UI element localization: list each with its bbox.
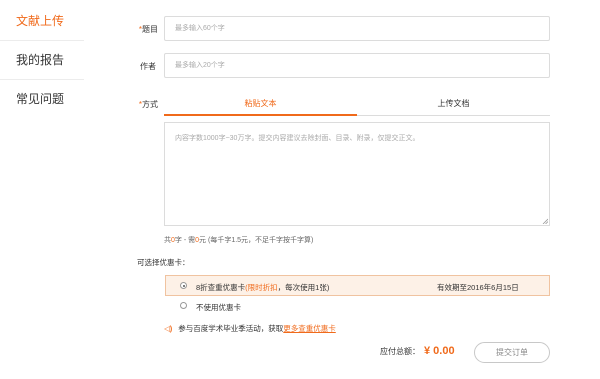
coupon-none-text[interactable]: 不使用优惠卡 [196,302,241,313]
content-placeholder: 内容字数1000字~30万字。提交内容建议去除封面、目录、附录，仅提交正文。 [175,135,420,142]
coupon-radio-none[interactable] [180,302,187,309]
count-prefix: 共 [164,237,171,244]
title-label-text: 题目 [142,25,158,34]
tab-upload-document[interactable]: 上传文档 [357,96,550,116]
submit-order-button[interactable]: 提交订单 [474,342,550,363]
author-label: 作者 [140,62,156,71]
coupon-rest: ，每次使用1张) [277,283,330,292]
coupon-highlight: (限时折扣 [245,283,278,292]
more-coupons-link[interactable]: 更多查重优惠卡 [283,324,336,333]
author-placeholder: 最多输入20个字 [175,62,225,69]
total-label: 应付总额： [380,347,420,356]
tab-paste-text[interactable]: 粘贴文本 [164,96,357,116]
promo-line: ◁) 参与百度学术毕业季活动，获取更多查重优惠卡 [164,323,336,334]
sidebar-item-faq[interactable]: 常见问题 [0,80,84,118]
content-textarea[interactable]: 内容字数1000字~30万字。提交内容建议去除封面、目录、附录，仅提交正文。 [164,122,550,226]
coupon-section-title: 可选择优惠卡： [137,258,190,267]
resize-handle-icon[interactable] [542,218,548,224]
author-input[interactable]: 最多输入20个字 [164,53,550,78]
word-count: 共0字 - 需0元 (每千字1.5元，不足千字按千字算) [164,235,313,245]
total-value: ¥ 0.00 [424,345,455,357]
title-input[interactable]: 最多输入60个字 [164,16,550,41]
title-label: *题目 [128,24,158,35]
coupon-radio-discount[interactable] [180,282,187,289]
count-mid: 字 - 需 [174,237,196,244]
coupon-main: 8折查重优惠卡 [196,283,246,292]
method-label-text: 方式 [142,100,158,109]
total-amount: 应付总额： ¥ 0.00 [380,345,455,357]
sidebar: 文献上传 我的报告 常见问题 [0,0,84,379]
count-suffix: 元 (每千字1.5元，不足千字按千字算) [199,237,314,244]
speaker-icon: ◁) [164,324,173,333]
method-label: *方式 [128,99,158,110]
promo-text: 参与百度学术毕业季活动，获取 [178,324,284,333]
sidebar-item-upload[interactable]: 文献上传 [0,2,84,40]
coupon-discount-text: 8折查重优惠卡(限时折扣，每次使用1张) [196,282,329,293]
title-placeholder: 最多输入60个字 [175,25,225,32]
sidebar-item-my-reports[interactable]: 我的报告 [0,41,84,79]
coupon-validity: 有效期至2016年6月15日 [437,283,519,292]
